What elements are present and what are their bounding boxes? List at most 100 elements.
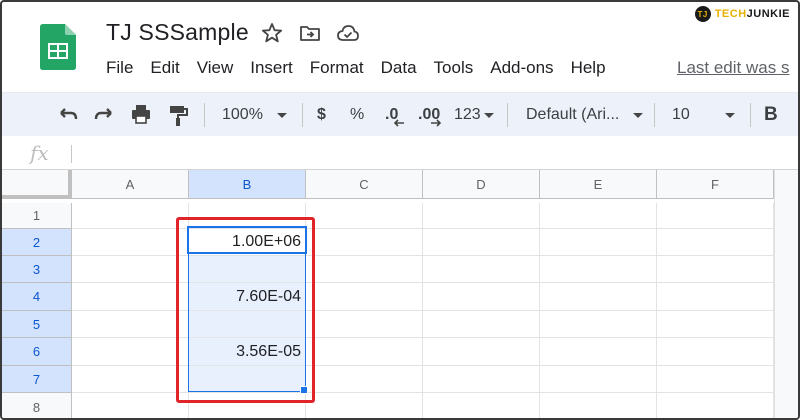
- chevron-down-icon: [724, 112, 735, 118]
- column-header-e[interactable]: E: [540, 170, 657, 199]
- cell-b5[interactable]: [189, 311, 306, 338]
- cell-b3[interactable]: [189, 256, 306, 283]
- menu-file[interactable]: File: [106, 58, 133, 78]
- cell-f3[interactable]: [657, 256, 774, 283]
- increase-decimal-button[interactable]: .00: [418, 93, 442, 137]
- menu-add-ons[interactable]: Add-ons: [490, 58, 553, 78]
- menu-data[interactable]: Data: [381, 58, 417, 78]
- cell-d6[interactable]: [423, 338, 540, 366]
- cell-e8[interactable]: [540, 393, 657, 418]
- cell-a3[interactable]: [72, 256, 189, 283]
- menu-view[interactable]: View: [197, 58, 234, 78]
- cell-b4[interactable]: 7.60E-04: [189, 283, 306, 311]
- redo-icon[interactable]: [92, 93, 116, 137]
- font-family-select[interactable]: Default (Ari...: [526, 93, 644, 137]
- cell-e6[interactable]: [540, 338, 657, 366]
- row-header-5[interactable]: 5: [2, 311, 72, 338]
- cell-e5[interactable]: [540, 311, 657, 338]
- decrease-decimal-button[interactable]: .0: [385, 93, 404, 137]
- chevron-down-icon: [483, 112, 494, 118]
- cell-f1[interactable]: [657, 203, 774, 229]
- star-icon[interactable]: [260, 21, 284, 45]
- row-header-7[interactable]: 7: [2, 366, 72, 393]
- vertical-scrollbar[interactable]: [774, 170, 798, 418]
- cell-d4[interactable]: [423, 283, 540, 311]
- font-family-value: Default (Ari...: [526, 106, 620, 123]
- cell-e7[interactable]: [540, 366, 657, 393]
- cell-a1[interactable]: [72, 203, 189, 229]
- cell-d5[interactable]: [423, 311, 540, 338]
- format-currency-button[interactable]: $: [317, 93, 326, 137]
- cell-b7[interactable]: [189, 366, 306, 393]
- row-header-4[interactable]: 4: [2, 283, 72, 311]
- toolbar-separator: [750, 103, 751, 127]
- cell-b2[interactable]: 1.00E+06: [189, 229, 306, 256]
- cell-c3[interactable]: [306, 256, 423, 283]
- cell-f6[interactable]: [657, 338, 774, 366]
- cell-d2[interactable]: [423, 229, 540, 256]
- cell-e4[interactable]: [540, 283, 657, 311]
- more-formats-select[interactable]: 123: [454, 93, 494, 137]
- menu-format[interactable]: Format: [310, 58, 364, 78]
- column-header-a[interactable]: A: [72, 170, 189, 199]
- move-to-folder-icon[interactable]: [298, 21, 322, 45]
- cell-a7[interactable]: [72, 366, 189, 393]
- column-header-b[interactable]: B: [189, 170, 306, 199]
- cell-f8[interactable]: [657, 393, 774, 418]
- menu-edit[interactable]: Edit: [150, 58, 179, 78]
- cell-c7[interactable]: [306, 366, 423, 393]
- cell-d1[interactable]: [423, 203, 540, 229]
- cell-a2[interactable]: [72, 229, 189, 256]
- cell-f2[interactable]: [657, 229, 774, 256]
- cell-c1[interactable]: [306, 203, 423, 229]
- row-header-3[interactable]: 3: [2, 256, 72, 283]
- row-header-1[interactable]: 1: [2, 203, 72, 229]
- column-header-d[interactable]: D: [423, 170, 540, 199]
- cell-c8[interactable]: [306, 393, 423, 418]
- zoom-select[interactable]: 100%: [222, 93, 287, 137]
- cell-e3[interactable]: [540, 256, 657, 283]
- menu-insert[interactable]: Insert: [250, 58, 293, 78]
- select-all-corner[interactable]: [2, 170, 72, 199]
- formula-bar: fx: [2, 138, 798, 170]
- cloud-saved-icon[interactable]: [336, 21, 360, 45]
- cell-d7[interactable]: [423, 366, 540, 393]
- cell-c6[interactable]: [306, 338, 423, 366]
- document-title[interactable]: TJ SSSample: [106, 19, 249, 46]
- cell-e2[interactable]: [540, 229, 657, 256]
- font-size-select[interactable]: 10: [672, 93, 735, 137]
- column-header-c[interactable]: C: [306, 170, 423, 199]
- cell-c2[interactable]: [306, 229, 423, 256]
- cell-b6[interactable]: 3.56E-05: [189, 338, 306, 366]
- undo-icon[interactable]: [56, 93, 80, 137]
- row-header-2[interactable]: 2: [2, 229, 72, 256]
- sheets-logo-icon[interactable]: [40, 24, 76, 70]
- cell-e1[interactable]: [540, 203, 657, 229]
- fill-handle[interactable]: [300, 386, 308, 394]
- menu-tools[interactable]: Tools: [434, 58, 474, 78]
- cell-d3[interactable]: [423, 256, 540, 283]
- cell-f4[interactable]: [657, 283, 774, 311]
- column-header-f[interactable]: F: [657, 170, 774, 199]
- bold-button[interactable]: B: [764, 93, 778, 137]
- cell-b1[interactable]: [189, 203, 306, 229]
- cell-c4[interactable]: [306, 283, 423, 311]
- techjunkie-watermark: TJ TECH JUNKIE: [694, 6, 790, 22]
- row-header-8[interactable]: 8: [2, 393, 72, 418]
- cell-c5[interactable]: [306, 311, 423, 338]
- row-header-6[interactable]: 6: [2, 338, 72, 366]
- print-icon[interactable]: [129, 93, 153, 137]
- cell-d8[interactable]: [423, 393, 540, 418]
- cell-b8[interactable]: [189, 393, 306, 418]
- paint-format-icon[interactable]: [166, 93, 190, 137]
- cell-f5[interactable]: [657, 311, 774, 338]
- last-edit-link[interactable]: Last edit was s: [677, 58, 789, 78]
- cell-a5[interactable]: [72, 311, 189, 338]
- cell-a8[interactable]: [72, 393, 189, 418]
- cell-f7[interactable]: [657, 366, 774, 393]
- cell-a6[interactable]: [72, 338, 189, 366]
- cell-a4[interactable]: [72, 283, 189, 311]
- menu-help[interactable]: Help: [571, 58, 606, 78]
- format-percent-button[interactable]: %: [350, 93, 364, 137]
- formula-input[interactable]: [82, 138, 782, 169]
